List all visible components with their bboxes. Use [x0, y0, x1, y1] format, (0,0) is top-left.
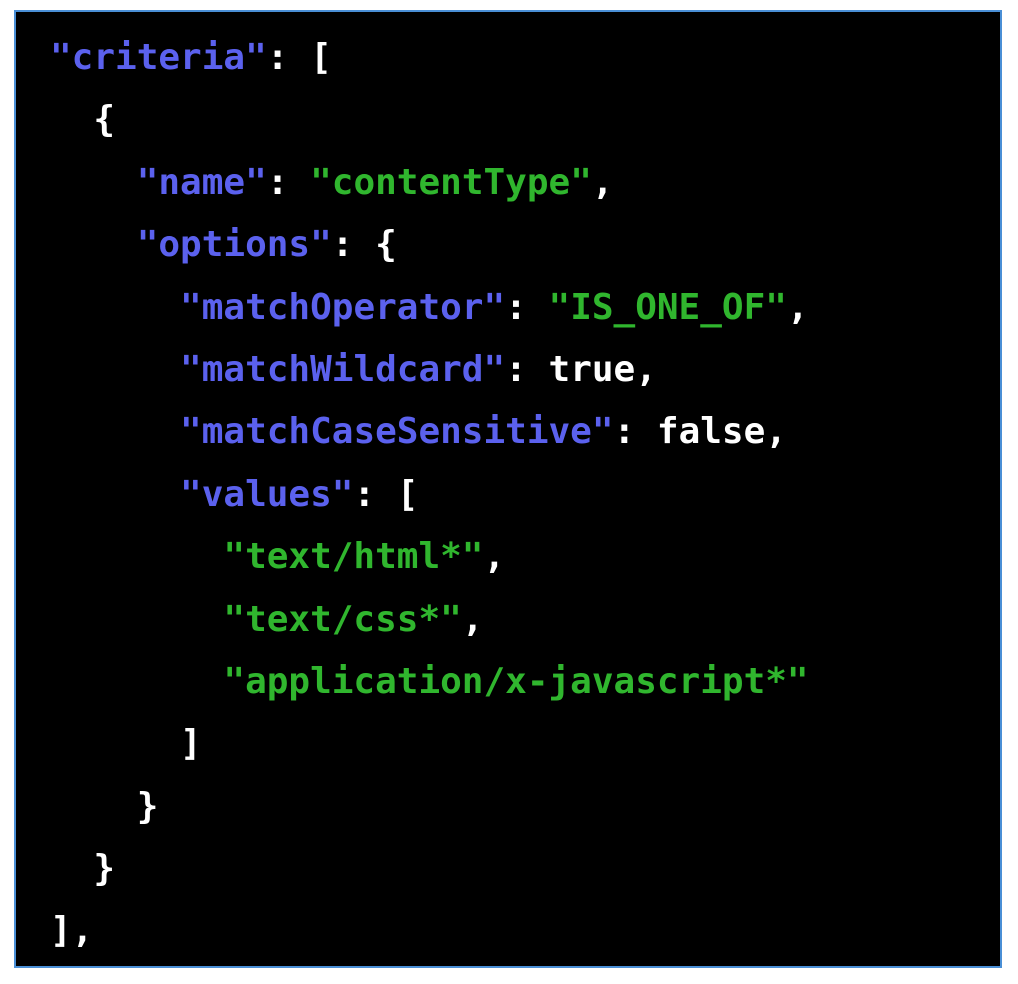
code-line: "values": [	[50, 464, 809, 526]
json-punctuation: ,	[483, 536, 506, 578]
json-key: "options"	[136, 224, 332, 266]
code-line: "application/x-javascript*"	[50, 651, 809, 713]
code-line: "matchOperator": "IS_ONE_OF",	[50, 277, 809, 339]
code-line: }	[50, 838, 809, 900]
code-panel: "criteria": [ { "name": "contentType", "…	[14, 10, 1002, 968]
json-punctuation: }	[93, 848, 116, 890]
code-line: "options": {	[50, 214, 809, 276]
code-line: "matchWildcard": true,	[50, 339, 809, 401]
json-punctuation: ],	[50, 910, 94, 952]
json-punctuation: ,	[765, 411, 787, 453]
json-punctuation: ,	[635, 348, 657, 390]
json-string: "contentType"	[310, 161, 592, 203]
json-punctuation: ,	[786, 286, 809, 328]
json-string: "text/html*"	[223, 536, 484, 578]
code-line: "matchCaseSensitive": false,	[50, 401, 809, 463]
json-string: "application/x-javascript*"	[223, 660, 809, 702]
code-line: ]	[50, 713, 809, 775]
json-punctuation: ,	[461, 598, 484, 640]
json-key: "values"	[180, 473, 354, 515]
code-line: "text/css*",	[50, 589, 809, 651]
json-literal: true	[548, 348, 636, 390]
code-line: "text/html*",	[50, 526, 809, 588]
json-key: "name"	[136, 161, 267, 203]
json-string: "IS_ONE_OF"	[548, 286, 787, 328]
code-line: "name": "contentType",	[50, 152, 809, 214]
json-punctuation: : [	[266, 37, 332, 78]
code-line: {	[50, 89, 809, 151]
json-punctuation: : [	[353, 473, 419, 515]
code-block: "criteria": [ { "name": "contentType", "…	[50, 27, 809, 963]
json-key: "matchCaseSensitive"	[180, 411, 614, 453]
json-punctuation: {	[93, 99, 116, 141]
json-key: "criteria"	[50, 37, 267, 78]
json-punctuation: :	[505, 286, 549, 328]
json-punctuation: :	[266, 161, 311, 203]
json-punctuation: :	[613, 411, 657, 453]
code-line: }	[50, 776, 809, 838]
json-punctuation: }	[136, 785, 159, 827]
json-literal: false	[656, 411, 766, 453]
json-punctuation: :	[505, 348, 549, 390]
json-punctuation: ]	[180, 723, 202, 765]
json-key: "matchOperator"	[180, 286, 506, 328]
code-line: "criteria": [	[50, 27, 809, 89]
json-key: "matchWildcard"	[180, 348, 506, 390]
json-string: "text/css*"	[223, 598, 462, 640]
json-punctuation: : {	[331, 224, 397, 266]
json-punctuation: ,	[591, 161, 614, 203]
code-line: ],	[50, 900, 809, 962]
